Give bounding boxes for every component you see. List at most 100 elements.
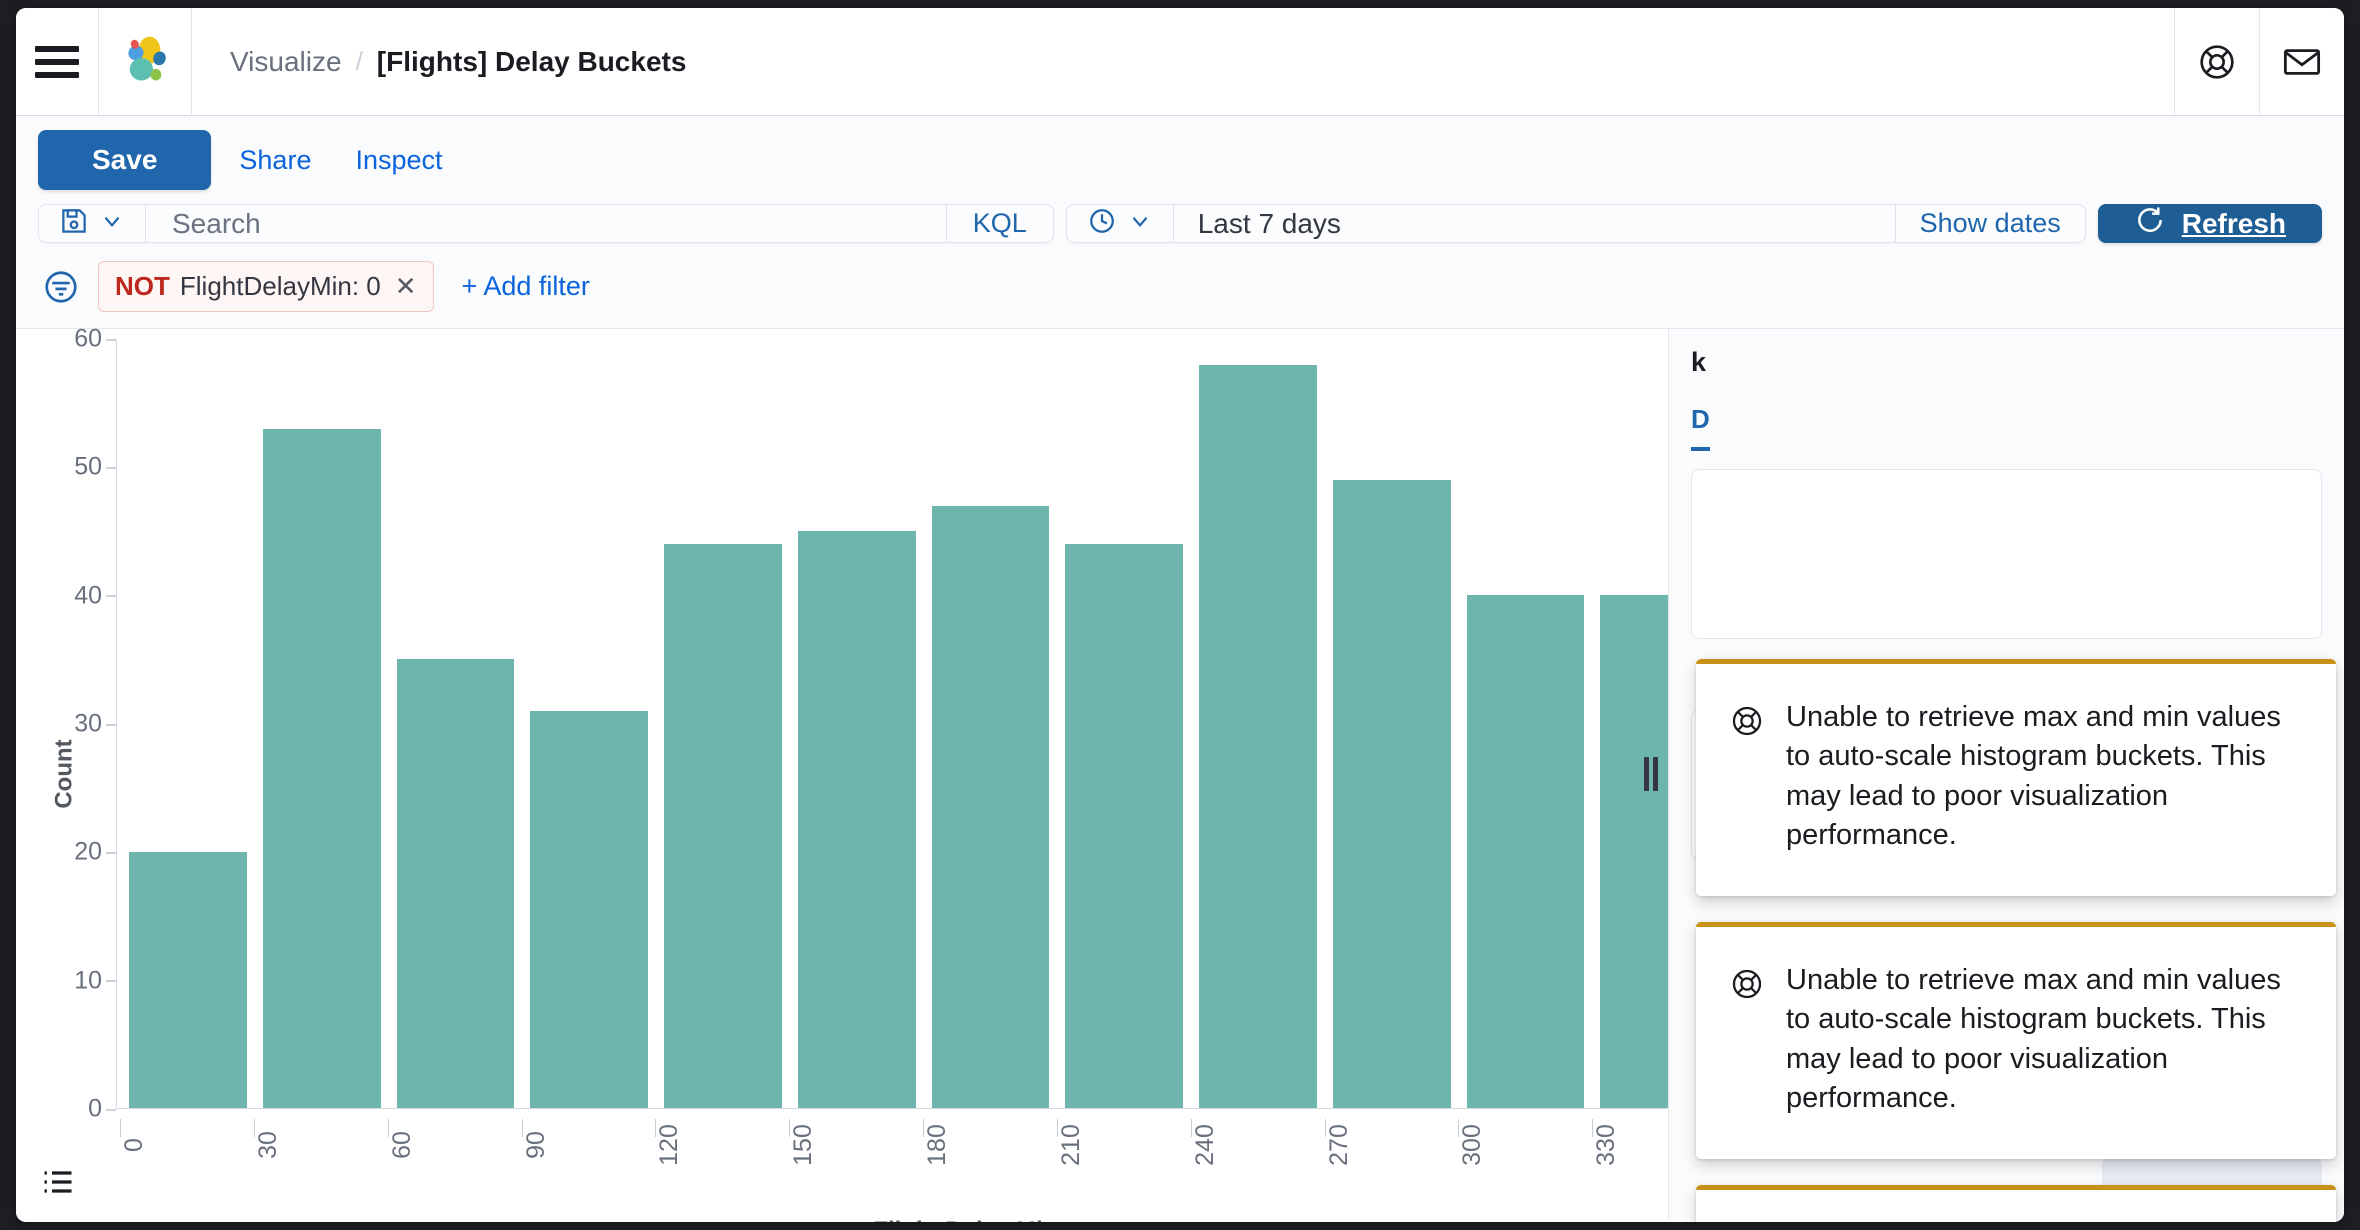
bar[interactable] (1333, 480, 1451, 1108)
bar[interactable] (397, 659, 515, 1108)
elastic-logo-icon[interactable] (99, 33, 191, 91)
x-axis-tick-label: 240 (1191, 1124, 1220, 1166)
toast-warning[interactable]: Unable to retrieve max and min values to… (1696, 922, 2336, 1159)
bar-slot (790, 339, 924, 1108)
date-range-value[interactable]: Last 7 days (1174, 205, 1895, 242)
y-axis-ticks: 0102030405060 (56, 339, 116, 1109)
refresh-icon (2134, 204, 2166, 243)
x-axis-tick-label: 210 (1057, 1124, 1086, 1166)
legend-list-icon[interactable] (40, 1164, 76, 1205)
filter-bar: NOT FlightDelayMin: 0 ✕ + Add filter (16, 253, 2344, 329)
inspect-button[interactable]: Inspect (339, 135, 458, 186)
y-axis-tick-label: 10 (74, 966, 102, 995)
breadcrumb: Visualize / [Flights] Delay Buckets (192, 46, 2174, 78)
x-axis-ticks: 0306090120150180210240270300330360 (116, 1119, 1864, 1219)
bar-slot (255, 339, 389, 1108)
x-axis-tick: 120 (655, 1119, 789, 1219)
bar-slot (1191, 339, 1325, 1108)
y-axis-tick-label: 40 (74, 581, 102, 610)
visualize-action-bar: Save Share Inspect (16, 116, 2344, 204)
panel-resize-handle-icon[interactable] (1634, 329, 1668, 1219)
x-axis-tick-label: 30 (254, 1131, 283, 1159)
search-bar-group: KQL (38, 204, 1054, 243)
x-axis-tick-label: 120 (655, 1124, 684, 1166)
x-axis-tick-label: 330 (1592, 1124, 1621, 1166)
chevron-down-icon (99, 208, 125, 239)
floppy-disk-save-icon (59, 206, 89, 241)
filter-pill-flightdelaymin[interactable]: NOT FlightDelayMin: 0 ✕ (98, 261, 434, 312)
quick-select-date-button[interactable] (1067, 205, 1174, 242)
y-axis-tick-label: 0 (88, 1095, 102, 1124)
hamburger-menu-icon[interactable] (16, 8, 98, 115)
bar-slot (121, 339, 255, 1108)
toast-warning[interactable]: Unable to retrieve max and min values to… (1696, 1185, 2336, 1223)
query-bar-container: KQL Last 7 days Show date (16, 204, 2344, 253)
life-ring-help-icon[interactable] (2175, 8, 2259, 116)
x-axis-tick-label: 300 (1458, 1124, 1487, 1166)
show-dates-button[interactable]: Show dates (1895, 205, 2085, 242)
bar-slot (1057, 339, 1191, 1108)
toast-message: Unable to retrieve max and min values to… (1786, 698, 2302, 856)
refresh-button[interactable]: Refresh (2098, 204, 2322, 243)
filter-options-icon[interactable] (38, 268, 84, 306)
global-header: Visualize / [Flights] Delay Buckets (16, 8, 2344, 116)
x-axis-tick: 60 (388, 1119, 522, 1219)
bar[interactable] (530, 711, 648, 1108)
bar-slot (656, 339, 790, 1108)
bar[interactable] (263, 429, 381, 1108)
kibana-app-window: Visualize / [Flights] Delay Buckets Save… (16, 8, 2344, 1222)
filter-negate-label: NOT (115, 271, 170, 302)
x-axis-title: Flight Delay Minutes (116, 1217, 1864, 1222)
x-axis-tick-label: 180 (923, 1124, 952, 1166)
bar-slot (522, 339, 656, 1108)
life-ring-icon (1730, 698, 1764, 743)
toast-message: Unable to retrieve max and min values to… (1786, 961, 2302, 1119)
bar-slot (1325, 339, 1459, 1108)
breadcrumb-separator: / (356, 46, 363, 77)
share-button[interactable]: Share (223, 135, 327, 186)
x-axis-tick-label: 60 (388, 1131, 417, 1159)
x-axis-tick: 240 (1191, 1119, 1325, 1219)
saved-query-button[interactable] (39, 205, 146, 242)
y-axis-tick-label: 20 (74, 838, 102, 867)
mail-envelope-icon[interactable] (2260, 8, 2344, 116)
y-axis-tick-label: 60 (74, 325, 102, 354)
main-content: Count 0102030405060 03060901201501802102… (16, 329, 2344, 1219)
life-ring-icon (1730, 961, 1764, 1006)
editor-title: k (1691, 347, 2322, 378)
bar[interactable] (1467, 595, 1585, 1108)
x-axis-tick-label: 150 (789, 1124, 818, 1166)
x-axis-tick-label: 90 (522, 1131, 551, 1159)
save-button[interactable]: Save (38, 130, 211, 190)
bar[interactable] (129, 852, 247, 1108)
clock-icon (1087, 206, 1117, 241)
chevron-down-icon-date (1127, 208, 1153, 239)
breadcrumb-current: [Flights] Delay Buckets (377, 46, 687, 78)
x-axis-tick: 90 (522, 1119, 656, 1219)
metrics-section-card[interactable] (1691, 469, 2322, 639)
add-filter-button[interactable]: + Add filter (448, 271, 590, 302)
bar-slot (1459, 339, 1593, 1108)
plot-area (116, 339, 1864, 1109)
search-input[interactable] (146, 205, 946, 242)
x-axis-tick: 150 (789, 1119, 923, 1219)
toast-warning[interactable]: Unable to retrieve max and min values to… (1696, 659, 2336, 896)
bar[interactable] (798, 531, 916, 1108)
query-language-button[interactable]: KQL (946, 205, 1053, 242)
x-axis-tick: 180 (923, 1119, 1057, 1219)
x-axis-tick: 210 (1057, 1119, 1191, 1219)
x-axis-tick: 30 (254, 1119, 388, 1219)
x-axis-tick: 0 (120, 1119, 254, 1219)
bar-slot (389, 339, 523, 1108)
x-axis-tick: 270 (1325, 1119, 1459, 1219)
close-icon[interactable]: ✕ (391, 271, 417, 302)
bar[interactable] (664, 544, 782, 1108)
bar[interactable] (1199, 365, 1317, 1108)
x-axis-tick-label: 270 (1325, 1124, 1354, 1166)
bar[interactable] (1065, 544, 1183, 1108)
breadcrumb-visualize[interactable]: Visualize (230, 46, 342, 78)
bar[interactable] (932, 506, 1050, 1108)
refresh-label: Refresh (2182, 208, 2286, 240)
date-picker-group: Last 7 days Show dates (1066, 204, 2086, 243)
tab-data[interactable]: D (1691, 404, 1710, 451)
